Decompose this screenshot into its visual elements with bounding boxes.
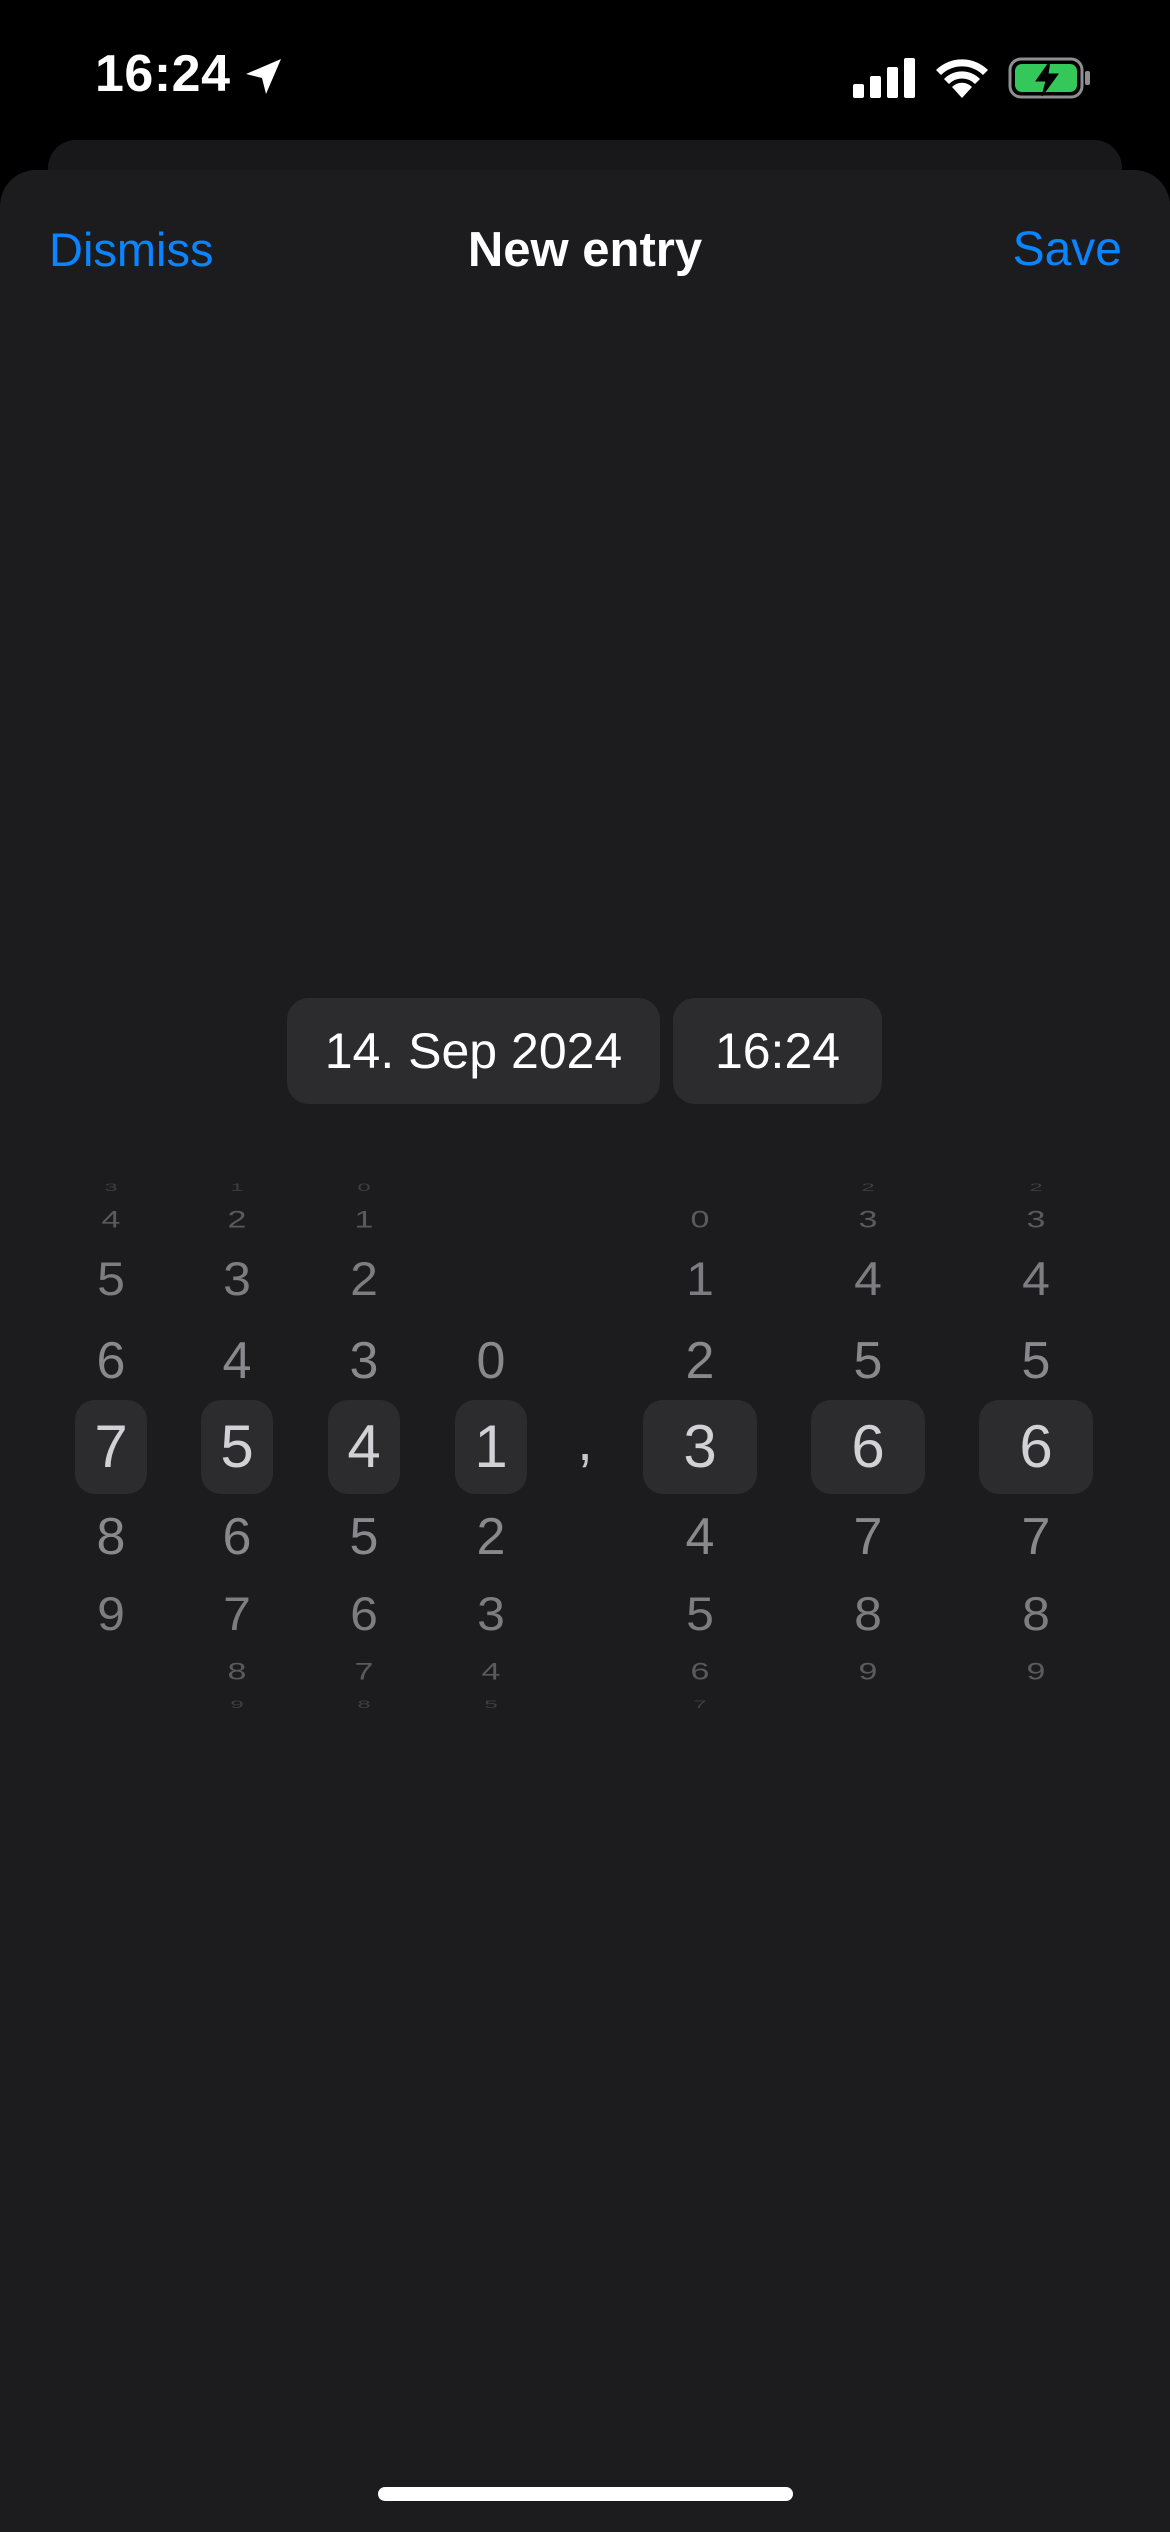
digit-wheel-7[interactable]: 6 5 4 3 2 7 8 9 [979,1170,1093,1730]
digit-option: 2 [685,1332,715,1390]
digit-wheel-4[interactable]: 1 0 2 3 4 5 [455,1170,527,1730]
digit-option: 8 [1022,1587,1050,1641]
digit-selected: 6 [1019,1413,1053,1480]
time-picker-button[interactable]: 16:24 [673,998,882,1104]
digit-option: 7 [354,1658,374,1686]
digit-option: 0 [357,1181,371,1194]
page-title: New entry [467,223,703,277]
digit-option: 3 [1026,1206,1046,1234]
save-button[interactable]: Save [1013,222,1122,277]
digit-option: 4 [1022,1252,1050,1306]
digit-option: 1 [354,1206,374,1234]
digit-option: 0 [476,1332,506,1390]
digit-option: 2 [1029,1181,1043,1194]
digit-option: 7 [853,1508,883,1566]
digit-option: 1 [686,1252,714,1306]
digit-option: 6 [222,1508,252,1566]
digit-option: 5 [484,1698,498,1711]
digit-option: 1 [230,1181,244,1194]
digit-option: 0 [690,1206,710,1234]
digit-option: 2 [227,1206,247,1234]
digit-selected: 3 [683,1413,717,1480]
digit-option: 3 [477,1587,505,1641]
digit-option: 9 [858,1658,878,1686]
time-value: 16:24 [714,1023,841,1079]
digit-selected: 6 [851,1413,885,1480]
decimal-separator: , [577,1409,593,1472]
status-time: 16:24 [95,45,231,103]
digit-option: 6 [96,1332,126,1390]
digit-option: 2 [476,1508,506,1566]
cellular-signal-icon [853,58,915,98]
digit-option: 6 [690,1658,710,1686]
digit-option: 5 [1021,1332,1051,1390]
digit-option: 4 [481,1658,501,1686]
digit-wheel-1[interactable]: 7 6 5 4 3 8 9 [75,1170,147,1730]
digit-option: 7 [223,1587,251,1641]
digit-option: 5 [97,1252,125,1306]
digit-option: 5 [349,1508,379,1566]
digit-wheel-3[interactable]: 4 3 2 1 0 5 6 7 8 [328,1170,400,1730]
digit-option: 2 [350,1252,378,1306]
digit-wheel-5[interactable]: 3 2 1 0 4 5 6 7 [643,1170,757,1730]
digit-option: 3 [223,1252,251,1306]
date-value: 14. Sep 2024 [324,1023,623,1079]
digit-option: 3 [858,1206,878,1234]
digit-option: 8 [357,1698,371,1711]
digit-option: 4 [222,1332,252,1390]
digit-option: 7 [693,1698,707,1711]
location-arrow-icon [246,59,281,94]
digit-wheel-6[interactable]: 6 5 4 3 2 7 8 9 [811,1170,925,1730]
digit-option: 8 [854,1587,882,1641]
digit-option: 5 [686,1587,714,1641]
digit-option: 9 [97,1587,125,1641]
digit-option: 4 [685,1508,715,1566]
digit-option: 7 [1021,1508,1051,1566]
date-picker-button[interactable]: 14. Sep 2024 [287,998,660,1104]
digit-option: 5 [853,1332,883,1390]
digit-option: 3 [349,1332,379,1390]
digit-selected: 7 [94,1413,128,1480]
digit-option: 4 [854,1252,882,1306]
status-bar: 16:24 [0,0,1170,150]
battery-charging-icon [1008,57,1090,99]
digit-selected: 1 [474,1413,508,1480]
wifi-icon [936,59,988,98]
digit-option: 2 [861,1181,875,1194]
digit-option: 3 [104,1181,118,1194]
digit-option: 9 [1026,1658,1046,1686]
digit-option: 4 [101,1206,121,1234]
digit-option: 6 [350,1587,378,1641]
home-indicator [378,2487,793,2501]
digit-selected: 4 [347,1413,381,1480]
digit-option: 9 [230,1698,244,1711]
digit-option: 8 [227,1658,247,1686]
digit-option: 8 [96,1508,126,1566]
digit-selected: 5 [220,1413,254,1480]
digit-wheel-2[interactable]: 5 4 3 2 1 6 7 8 9 [201,1170,273,1730]
